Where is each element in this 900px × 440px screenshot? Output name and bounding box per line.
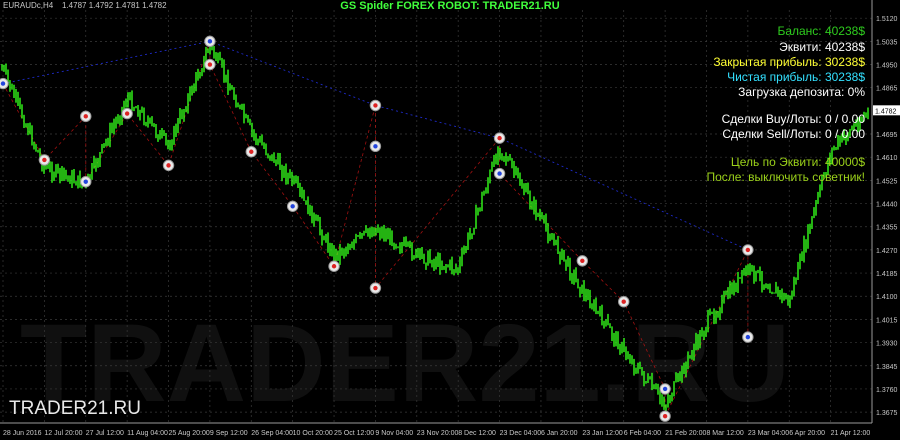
x-tick-label: 9 Nov 04:00 <box>375 430 413 437</box>
trade-marker-dot <box>745 334 751 340</box>
trade-marker-dot <box>290 204 295 209</box>
trade-marker <box>204 35 216 48</box>
robot-title: GS Spider FOREX ROBOT: TRADER21.RU <box>340 0 560 12</box>
trade-marker-dot <box>83 114 88 119</box>
y-tick-label: 1.4440 <box>876 202 898 209</box>
trade-marker-dot <box>249 149 254 154</box>
trade-marker-dot <box>662 413 668 419</box>
trade-marker-dot <box>621 299 626 304</box>
trade-marker-dot <box>0 81 6 86</box>
trade-marker-dot <box>373 103 378 108</box>
x-tick-label: 6 Feb 04:00 <box>624 430 661 437</box>
buy-trades-text: Сделки Buy/Лоты: 0 / 0.00 <box>721 112 865 126</box>
x-tick-label: 23 Nov 20:00 <box>417 430 459 437</box>
x-tick-label: 27 Jul 12:00 <box>86 430 124 437</box>
trade-marker-dot <box>207 62 213 67</box>
trade-marker-dot <box>497 171 502 176</box>
trade-marker-dot <box>207 39 213 44</box>
trade-marker <box>0 77 9 90</box>
x-tick-label: 8 Mar 12:00 <box>706 430 743 437</box>
y-tick-label: 1.4100 <box>876 294 898 301</box>
x-tick-label: 23 Dec 04:00 <box>500 430 542 437</box>
trade-marker <box>618 295 630 308</box>
trade-marker <box>38 154 51 166</box>
x-tick-label: 21 Apr 12:00 <box>831 430 871 437</box>
trade-marker <box>659 410 671 422</box>
equity-text: Эквити: 40238$ <box>779 40 865 54</box>
trade-marker-dot <box>373 144 378 149</box>
trade-marker-dot <box>373 285 378 291</box>
y-tick-label: 1.5035 <box>876 39 898 46</box>
trade-marker-dot <box>662 386 668 392</box>
y-tick-label: 1.4695 <box>876 132 898 139</box>
trade-marker-dot <box>42 157 47 163</box>
current-price-label: 1.4782 <box>875 108 897 115</box>
trade-marker <box>369 282 382 294</box>
sell-trades-text: Сделки Sell/Лоты: 0 / 0.00 <box>722 127 865 141</box>
y-tick-label: 1.4950 <box>876 63 898 70</box>
trade-marker <box>369 99 382 112</box>
trade-marker-dot <box>497 135 502 141</box>
trade-marker-dot <box>580 258 585 263</box>
trade-marker <box>576 255 589 267</box>
trade-marker <box>204 58 216 71</box>
y-tick-label: 1.4270 <box>876 248 898 255</box>
y-tick-label: 1.4015 <box>876 317 898 324</box>
y-tick-label: 1.3930 <box>876 341 898 348</box>
x-tick-label: 23 Mar 04:00 <box>748 430 789 437</box>
trade-marker <box>328 260 340 272</box>
trade-marker-dot <box>166 163 171 168</box>
y-tick-label: 1.4865 <box>876 86 898 93</box>
deposit-load-text: Загрузка депозита: 0% <box>738 85 865 99</box>
trade-marker <box>742 331 754 343</box>
y-tick-label: 1.3845 <box>876 364 898 371</box>
trade-marker <box>162 159 175 172</box>
net-profit-text: Чистая прибыль: 30238$ <box>727 70 865 84</box>
target-equity-text: Цель по Эквити: 40000$ <box>730 155 865 169</box>
x-tick-label: 6 Jan 20:00 <box>541 430 578 437</box>
y-tick-label: 1.5120 <box>876 16 898 23</box>
trade-marker <box>493 132 506 144</box>
site-watermark: TRADER21.RU <box>9 398 141 419</box>
y-tick-label: 1.3675 <box>876 410 898 417</box>
trade-marker <box>493 167 506 180</box>
x-tick-label: 23 Jan 12:00 <box>582 430 623 437</box>
trade-marker-dot <box>83 179 88 184</box>
x-tick-label: 8 Dec 12:00 <box>458 430 496 437</box>
trade-marker <box>286 200 299 212</box>
trade-marker <box>742 244 754 256</box>
x-tick-label: 11 Aug 04:00 <box>127 430 168 437</box>
trade-marker-dot <box>331 264 337 269</box>
x-tick-label: 6 Apr 20:00 <box>789 430 825 437</box>
x-tick-label: 28 Jun 2016 <box>3 430 42 437</box>
after-target-text: После: выключить советник! <box>706 170 865 184</box>
trade-marker <box>80 110 92 123</box>
x-tick-label: 25 Aug 20:00 <box>169 430 210 437</box>
x-tick-label: 21 Feb 20:00 <box>665 430 706 437</box>
x-tick-label: 26 Sep 04:00 <box>251 430 293 437</box>
x-tick-label: 25 Oct 12:00 <box>334 430 374 437</box>
trade-marker-dot <box>745 247 751 253</box>
trade-marker <box>369 140 382 153</box>
y-tick-label: 1.4610 <box>876 155 898 162</box>
x-tick-label: 12 Jul 20:00 <box>44 430 82 437</box>
trade-marker-dot <box>124 111 130 116</box>
y-tick-label: 1.4355 <box>876 225 898 232</box>
y-tick-label: 1.3760 <box>876 387 898 394</box>
trade-marker <box>245 146 257 158</box>
trade-marker <box>121 107 133 120</box>
balance-text: Баланс: 40238$ <box>777 24 865 38</box>
x-tick-label: 10 Oct 20:00 <box>293 430 333 437</box>
y-tick-label: 1.4525 <box>876 178 898 185</box>
x-tick-label: 9 Sep 12:00 <box>210 430 248 437</box>
closed-profit-text: Закрытая прибыль: 30238$ <box>713 55 865 69</box>
trading-chart[interactable]: TRADER21.RU 28 Jun 2016 12 Jul 20:00 27 Ju… <box>0 0 900 440</box>
trade-marker <box>80 176 92 188</box>
trade-marker <box>659 383 671 395</box>
y-tick-label: 1.4185 <box>876 271 898 278</box>
